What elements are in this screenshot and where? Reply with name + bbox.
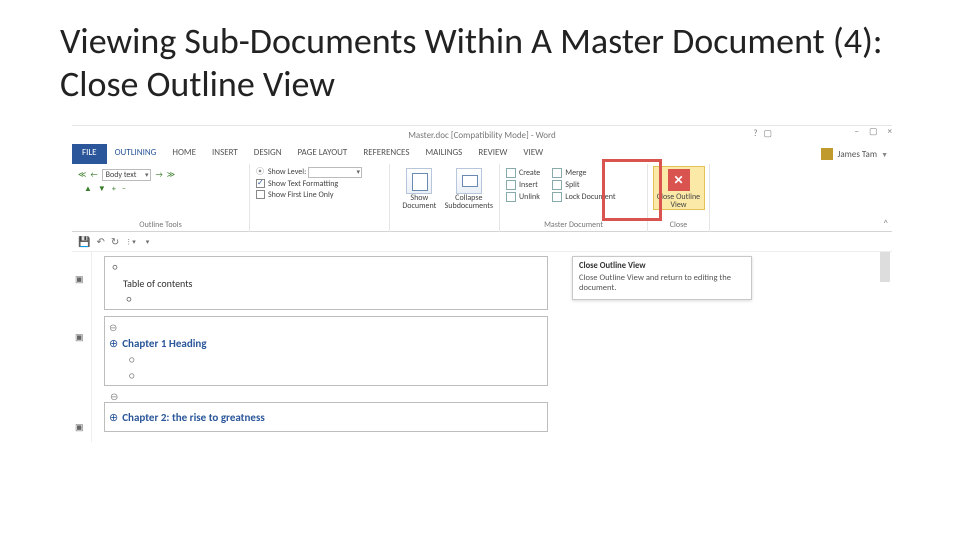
tab-insert[interactable]: INSERT (204, 144, 246, 164)
subdocument-marker-icon[interactable]: ▣ (75, 422, 84, 433)
tab-references[interactable]: REFERENCES (355, 144, 417, 164)
show-text-formatting-checkbox[interactable]: Show Text Formatting (256, 179, 383, 189)
tab-mailings[interactable]: MAILINGS (417, 144, 470, 164)
collapse-ribbon-button[interactable]: ^ (884, 218, 888, 229)
expand-icon[interactable]: + (112, 184, 116, 194)
heading-text: Chapter 2: the rise to greatness (122, 411, 265, 424)
close-icon: ✕ (668, 169, 690, 191)
ribbon-display-options-icon[interactable]: ▢ (763, 128, 772, 139)
demote-icon[interactable]: → (155, 170, 162, 180)
undo-icon[interactable]: ↶ (96, 235, 104, 248)
slide-title: Viewing Sub-Documents Within A Master Do… (0, 0, 960, 106)
user-account[interactable]: James Tam ▼ (821, 144, 892, 164)
show-document-button[interactable]: Show Document (396, 166, 443, 210)
group-label-close: Close (670, 220, 687, 232)
checkbox-icon (256, 179, 265, 188)
save-icon[interactable]: 💾 (78, 235, 90, 248)
body-bullet-icon: ○ (129, 353, 135, 366)
qat-overflow-icon[interactable]: ▾ (146, 237, 150, 246)
subdocument-box[interactable]: ○ Table of contents ○ (104, 256, 548, 310)
outline-level-combo[interactable]: Body text (102, 169, 152, 181)
tab-home[interactable]: HOME (164, 144, 204, 164)
move-down-icon[interactable]: ▼ (98, 184, 106, 194)
user-name: James Tam (837, 149, 877, 160)
insert-icon (506, 180, 516, 190)
move-up-icon[interactable]: ▲ (84, 184, 92, 194)
collapse-toggle-icon[interactable]: ⊖ (109, 321, 117, 334)
tooltip-close-outline-view: Close Outline View Close Outline View an… (572, 256, 752, 300)
show-level-label: Show Level: (268, 167, 306, 177)
maximize-button[interactable]: ▢ (869, 126, 878, 137)
minimize-button[interactable]: – (855, 126, 859, 137)
lock-icon (552, 192, 562, 202)
create-icon (506, 168, 516, 178)
show-first-line-checkbox[interactable]: Show First Line Only (256, 190, 383, 200)
create-button[interactable]: Create (506, 168, 540, 178)
expand-toggle-icon[interactable]: ⊕ (109, 337, 118, 350)
checkbox-icon (256, 190, 265, 199)
scrollbar-thumb[interactable] (880, 252, 890, 282)
titlebar: Master.doc [Compatibility Mode] - Word ?… (72, 126, 892, 144)
quick-access-toolbar: 💾 ↶ ↻ ⋮▾ ▾ (72, 232, 892, 252)
group-show: ⦿ Show Level: Show Text Formatting Show … (250, 164, 390, 232)
heading-text: Chapter 1 Heading (122, 337, 206, 350)
insert-button[interactable]: Insert (506, 180, 540, 190)
outline-body[interactable]: ○ ○ Table of contents ○ ⊖ (92, 252, 892, 442)
body-bullet-icon: ○ (129, 369, 135, 382)
tab-review[interactable]: REVIEW (470, 144, 515, 164)
split-icon (552, 180, 562, 190)
avatar-icon (821, 148, 833, 160)
body-bullet-icon: ○ (123, 294, 135, 305)
ribbon: ≪ ← Body text → ≫ ▲ ▼ + − Outline Tools (72, 164, 892, 232)
collapse-subdocuments-button[interactable]: Collapse Subdocuments (445, 166, 493, 210)
customize-qat-icon[interactable]: ⋮▾ (125, 237, 136, 246)
promote-icon[interactable]: ← (90, 170, 97, 180)
unlink-button[interactable]: Unlink (506, 192, 540, 202)
outline-gutter: ▣ ▣ ▣ (72, 252, 92, 442)
help-icon[interactable]: ? (753, 128, 757, 139)
redo-icon[interactable]: ↻ (111, 235, 119, 248)
user-dropdown-icon: ▼ (881, 150, 888, 159)
group-master-doc-big: Show Document Collapse Subdocuments (390, 164, 500, 232)
window-title: Master.doc [Compatibility Mode] - Word (408, 130, 556, 141)
group-outline-tools: ≪ ← Body text → ≫ ▲ ▼ + − Outline Tools (72, 164, 250, 232)
window-controls: – ▢ × (855, 126, 892, 137)
group-label-master-document: Master Document (506, 220, 641, 232)
merge-icon (552, 168, 562, 178)
show-document-icon (406, 168, 432, 194)
ribbon-tabs: FILE OUTLINING HOME INSERT DESIGN PAGE L… (72, 144, 892, 164)
demote-to-body-icon[interactable]: ≫ (167, 170, 175, 180)
annotation-highlight (602, 159, 662, 221)
show-level-row[interactable]: ⦿ Show Level: (256, 166, 383, 178)
tooltip-title: Close Outline View (579, 261, 745, 271)
tab-design[interactable]: DESIGN (246, 144, 290, 164)
tooltip-body: Close Outline View and return to editing… (579, 273, 745, 293)
collapse-toggle-icon[interactable]: ⊖ (110, 390, 118, 403)
word-window: Master.doc [Compatibility Mode] - Word ?… (72, 125, 892, 442)
tab-view[interactable]: VIEW (515, 144, 551, 164)
document-area: ▣ ▣ ▣ ○ ○ Table of contents (72, 252, 892, 442)
tab-outlining[interactable]: OUTLINING (107, 144, 165, 164)
tab-file[interactable]: FILE (72, 144, 107, 164)
toc-heading: Table of contents (123, 277, 192, 290)
subdocument-box[interactable]: ⊖ ⊕ Chapter 1 Heading ○ ○ (104, 316, 548, 386)
close-window-button[interactable]: × (888, 126, 892, 137)
collapse-subdocuments-icon (456, 168, 482, 194)
unlink-icon (506, 192, 516, 202)
expand-toggle-icon[interactable]: ⊕ (109, 411, 118, 424)
group-label-outline-tools: Outline Tools (78, 220, 243, 232)
promote-to-heading1-icon[interactable]: ≪ (78, 170, 86, 180)
subdocument-marker-icon[interactable]: ▣ (75, 332, 84, 343)
tab-pagelayout[interactable]: PAGE LAYOUT (290, 144, 356, 164)
subdocument-box[interactable]: ⊕ Chapter 2: the rise to greatness (104, 402, 548, 432)
collapse-icon[interactable]: − (122, 184, 126, 194)
subdocument-marker-icon[interactable]: ▣ (75, 274, 84, 285)
show-level-combo[interactable] (308, 167, 362, 178)
body-bullet-icon: ○ (109, 262, 121, 273)
